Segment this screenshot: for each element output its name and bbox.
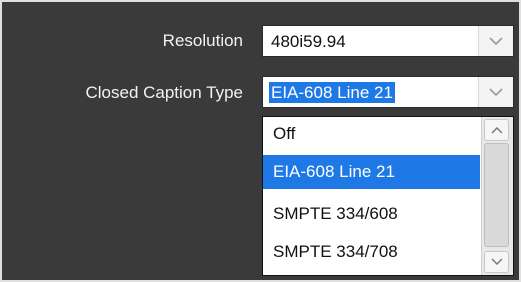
scroll-thumb[interactable]: [484, 143, 509, 247]
option-smpte-334-608[interactable]: SMPTE 334/608: [263, 197, 480, 231]
option-off[interactable]: Off: [263, 117, 480, 151]
option-eia-608-line-21[interactable]: EIA-608 Line 21: [263, 155, 480, 189]
resolution-dropdown-button[interactable]: [478, 26, 513, 56]
chevron-down-icon: [489, 87, 503, 96]
resolution-select[interactable]: 480i59.94: [262, 25, 514, 57]
caption-type-value: EIA-608 Line 21: [269, 82, 395, 103]
caption-type-dropdown-list: Off EIA-608 Line 21 SMPTE 334/608 SMPTE …: [262, 116, 514, 276]
chevron-down-icon: [490, 258, 503, 266]
option-smpte-334-708[interactable]: SMPTE 334/708: [263, 235, 480, 269]
caption-type-dropdown-button[interactable]: [478, 77, 513, 107]
chevron-up-icon: [490, 126, 503, 134]
resolution-label: Resolution: [162, 31, 243, 50]
dropdown-scrollbar[interactable]: [481, 117, 513, 275]
resolution-value: 480i59.94: [271, 32, 346, 51]
scroll-up-button[interactable]: [484, 119, 509, 141]
scroll-down-button[interactable]: [484, 251, 509, 273]
caption-type-label: Closed Caption Type: [85, 83, 243, 102]
caption-type-select[interactable]: EIA-608 Line 21: [262, 76, 514, 108]
chevron-down-icon: [489, 36, 503, 45]
